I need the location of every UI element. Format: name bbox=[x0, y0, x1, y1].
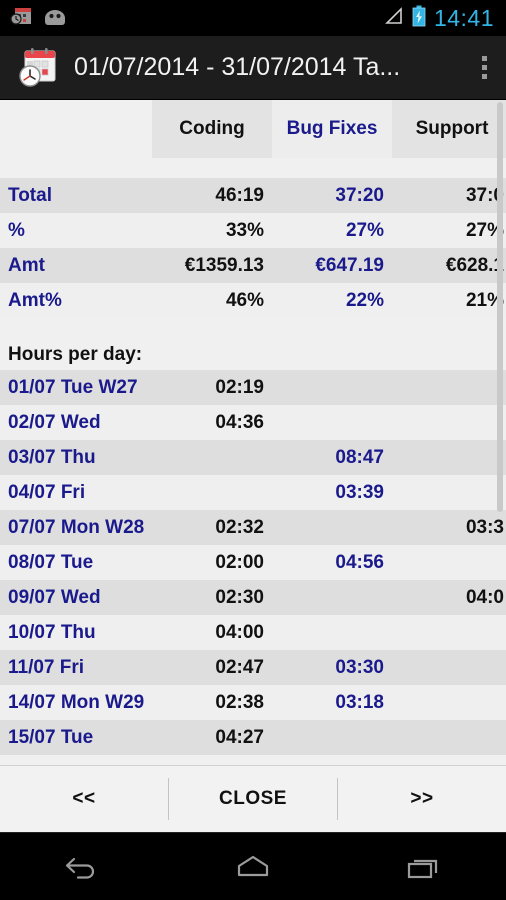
overflow-menu-icon[interactable] bbox=[462, 36, 506, 100]
row-label: Amt% bbox=[0, 290, 152, 312]
status-bar: 14:41 bbox=[0, 0, 506, 36]
next-button[interactable]: >> bbox=[338, 766, 506, 833]
cell-coding: 46% bbox=[152, 290, 272, 312]
status-bar-clock: 14:41 bbox=[434, 5, 494, 32]
signal-empty-icon bbox=[384, 6, 404, 31]
status-bar-right: 14:41 bbox=[384, 5, 506, 32]
cell-coding: 04:36 bbox=[152, 412, 272, 434]
section-gap bbox=[0, 318, 506, 340]
table-row-amt-percent[interactable]: Amt% 46% 22% 21% bbox=[0, 283, 506, 318]
cell-support: 04:0 bbox=[392, 587, 506, 609]
cell-coding: 02:30 bbox=[152, 587, 272, 609]
button-bar: << CLOSE >> bbox=[0, 765, 506, 832]
table-row[interactable]: 11/07 Fri02:4703:30 bbox=[0, 650, 506, 685]
android-head-icon bbox=[42, 6, 68, 31]
row-label: 03/07 Thu bbox=[0, 447, 152, 469]
cell-support: €628.1 bbox=[392, 255, 506, 277]
row-label: 11/07 Fri bbox=[0, 657, 152, 679]
row-label: 02/07 Wed bbox=[0, 412, 152, 434]
cell-coding: 02:32 bbox=[152, 517, 272, 539]
header-cell-coding[interactable]: Coding bbox=[152, 100, 272, 158]
cell-coding: 04:00 bbox=[152, 622, 272, 644]
table-row-total[interactable]: Total 46:19 37:20 37:0 bbox=[0, 178, 506, 213]
table-row[interactable]: 01/07 Tue W2702:19 bbox=[0, 370, 506, 405]
header-cell-blank bbox=[0, 100, 152, 158]
row-label: 07/07 Mon W28 bbox=[0, 517, 152, 539]
cell-coding: €1359.13 bbox=[152, 255, 272, 277]
cell-coding: 02:19 bbox=[152, 377, 272, 399]
table-row[interactable]: 15/07 Tue04:27 bbox=[0, 720, 506, 755]
row-label: 08/07 Tue bbox=[0, 552, 152, 574]
row-label: 01/07 Tue W27 bbox=[0, 377, 152, 399]
table-row[interactable]: 10/07 Thu04:00 bbox=[0, 615, 506, 650]
cell-bug-fixes: 03:18 bbox=[272, 692, 392, 714]
row-label: % bbox=[0, 220, 152, 242]
cell-bug-fixes: 08:47 bbox=[272, 447, 392, 469]
android-nav-bar bbox=[0, 832, 506, 900]
cell-bug-fixes: 37:20 bbox=[272, 185, 392, 207]
cell-support: 21% bbox=[392, 290, 506, 312]
row-label: Total bbox=[0, 185, 152, 207]
back-icon[interactable] bbox=[29, 833, 139, 900]
row-label: 10/07 Thu bbox=[0, 622, 152, 644]
cell-bug-fixes: 27% bbox=[272, 220, 392, 242]
row-label: 15/07 Tue bbox=[0, 727, 152, 749]
alarm-calendar-icon bbox=[10, 5, 32, 32]
cell-coding: 04:27 bbox=[152, 727, 272, 749]
header-cell-support[interactable]: Support bbox=[392, 100, 506, 158]
row-label: 09/07 Wed bbox=[0, 587, 152, 609]
table-row-percent[interactable]: % 33% 27% 27% bbox=[0, 213, 506, 248]
row-label: 04/07 Fri bbox=[0, 482, 152, 504]
cell-coding: 46:19 bbox=[152, 185, 272, 207]
cell-bug-fixes: 22% bbox=[272, 290, 392, 312]
cell-bug-fixes: 03:39 bbox=[272, 482, 392, 504]
row-label: Amt bbox=[0, 255, 152, 277]
day-rows-container: 01/07 Tue W2702:1902/07 Wed04:3603/07 Th… bbox=[0, 370, 506, 755]
row-label: 14/07 Mon W29 bbox=[0, 692, 152, 714]
app-root: 14:41 01/07/2014 - 31/07/2014 Ta... bbox=[0, 0, 506, 900]
vertical-scrollbar[interactable] bbox=[497, 102, 503, 512]
status-bar-left-icons bbox=[0, 5, 68, 32]
table-row[interactable]: 14/07 Mon W2902:3803:18 bbox=[0, 685, 506, 720]
home-icon[interactable] bbox=[198, 833, 308, 900]
prev-button[interactable]: << bbox=[0, 766, 168, 833]
page-title: 01/07/2014 - 31/07/2014 Ta... bbox=[74, 53, 462, 82]
cell-bug-fixes: 04:56 bbox=[272, 552, 392, 574]
header-cell-bug-fixes[interactable]: Bug Fixes bbox=[272, 100, 392, 158]
battery-charging-icon bbox=[412, 5, 426, 32]
table-row-amt[interactable]: Amt €1359.13 €647.19 €628.1 bbox=[0, 248, 506, 283]
cell-coding: 02:00 bbox=[152, 552, 272, 574]
table-header-row: Coding Bug Fixes Support bbox=[0, 100, 506, 178]
table-row[interactable]: 03/07 Thu 08:47 bbox=[0, 440, 506, 475]
table-row[interactable]: 08/07 Tue02:0004:56 bbox=[0, 545, 506, 580]
table-row[interactable]: 02/07 Wed04:36 bbox=[0, 405, 506, 440]
close-button[interactable]: CLOSE bbox=[169, 766, 337, 833]
cell-bug-fixes: €647.19 bbox=[272, 255, 392, 277]
table-row[interactable]: 09/07 Wed02:30 04:0 bbox=[0, 580, 506, 615]
report-table[interactable]: Coding Bug Fixes Support Total 46:19 37:… bbox=[0, 100, 506, 765]
action-bar: 01/07/2014 - 31/07/2014 Ta... bbox=[0, 36, 506, 100]
table-row[interactable]: 07/07 Mon W2802:32 03:3 bbox=[0, 510, 506, 545]
cell-support: 27% bbox=[392, 220, 506, 242]
calendar-clock-icon bbox=[14, 45, 60, 91]
cell-bug-fixes: 03:30 bbox=[272, 657, 392, 679]
cell-support: 37:0 bbox=[392, 185, 506, 207]
hours-per-day-title: Hours per day: bbox=[0, 340, 506, 370]
recents-icon[interactable] bbox=[367, 833, 477, 900]
cell-coding: 02:47 bbox=[152, 657, 272, 679]
table-row[interactable]: 04/07 Fri 03:39 bbox=[0, 475, 506, 510]
cell-support: 03:3 bbox=[392, 517, 506, 539]
cell-coding: 02:38 bbox=[152, 692, 272, 714]
cell-coding: 33% bbox=[152, 220, 272, 242]
